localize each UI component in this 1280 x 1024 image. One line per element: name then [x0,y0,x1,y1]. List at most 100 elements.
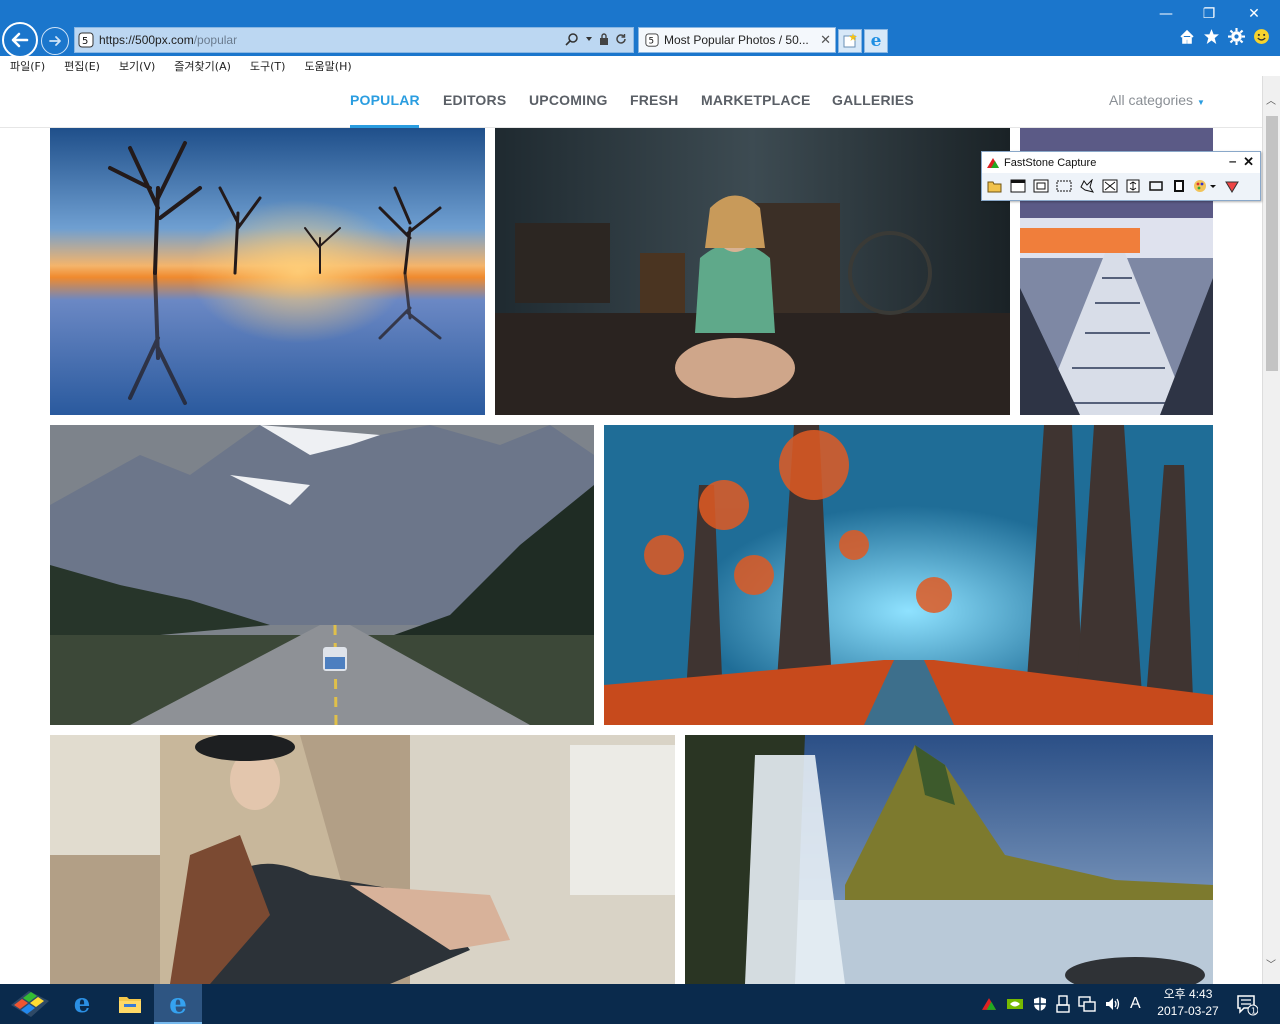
chevron-down-icon: ▼ [1197,98,1205,107]
photo-woman-chair [50,735,675,984]
forward-button[interactable] [41,27,69,55]
photo-autumn-path [604,425,1213,725]
svg-text:5: 5 [649,37,655,47]
photo-tile[interactable] [50,128,485,415]
scroll-up-icon[interactable]: ︿ [1266,92,1276,107]
clock-date: 2017-03-27 [1157,1004,1219,1018]
photo-tile[interactable] [50,425,594,725]
dropdown-icon[interactable] [585,35,593,43]
taskbar-internet-explorer[interactable]: e [154,984,202,1024]
taskbar-clock[interactable]: 오후 4:43 2017-03-27 [1150,986,1226,1020]
photo-waterfall-mountain [685,735,1213,984]
smiley-feedback-icon[interactable] [1253,28,1270,45]
500px-favicon-icon: 5 [78,32,94,48]
faststone-logo-icon [987,157,999,168]
capture-window-icon[interactable] [1008,176,1027,196]
open-folder-icon[interactable] [985,176,1004,196]
page-viewport: POPULAR EDITORS UPCOMING FRESH MARKETPLA… [0,76,1280,984]
new-tab-icon [843,33,857,48]
photo-tile[interactable] [604,425,1213,725]
svg-text:5: 5 [82,36,88,47]
menu-view[interactable]: 보기(V) [109,58,164,74]
menu-bar: 파일(F) 편집(E) 보기(V) 즐겨찾기(A) 도구(T) 도움말(H) [0,56,1280,76]
system-tray: A [980,984,1141,1024]
tab-most-popular[interactable]: 5 Most Popular Photos / 50... ✕ [638,27,836,53]
usb-device-icon[interactable] [1056,995,1070,1013]
notification-icon: 1 [1237,995,1259,1016]
screen-recorder-icon[interactable] [1169,176,1188,196]
faststone-capture-toolbar: FastStone Capture ‒ ✕ [981,151,1261,201]
close-button[interactable]: ✕ [1244,6,1264,22]
folder-icon [119,997,141,1013]
menu-file[interactable]: 파일(F) [0,58,54,74]
capture-freehand-icon[interactable] [1077,176,1096,196]
address-bar[interactable]: 5 https://500px.com/popular [74,27,634,53]
scrollbar-thumb[interactable] [1266,116,1278,371]
photo-mountain-road-van [50,425,594,725]
search-icon[interactable] [565,32,579,46]
windows-logo-icon [11,991,49,1017]
faststone-titlebar[interactable]: FastStone Capture ‒ ✕ [982,152,1260,173]
ie-quick-tab[interactable]: e [864,29,888,53]
shield-icon[interactable] [1032,996,1048,1012]
arrow-right-icon [49,36,61,46]
capture-scrolling-icon[interactable] [1123,176,1142,196]
menu-favorites[interactable]: 즐겨찾기(A) [164,58,240,74]
edge-icon: e [73,989,91,1019]
category-dropdown[interactable]: All categories ▼ [1109,92,1205,108]
photo-tile[interactable] [50,735,675,984]
capture-object-icon[interactable] [1031,176,1050,196]
taskbar-edge[interactable]: e [58,984,106,1024]
clock-time: 오후 4:43 [1163,987,1213,1001]
faststone-minimize-button[interactable]: ‒ [1229,154,1236,168]
new-tab-button[interactable] [838,29,862,53]
nav-galleries[interactable]: GALLERIES [832,92,914,108]
favorites-star-icon[interactable] [1203,28,1220,45]
faststone-tray-icon[interactable] [980,997,998,1011]
menu-help[interactable]: 도움말(H) [294,58,360,74]
ie-logo-icon: e [870,31,882,51]
network-icon[interactable] [1078,996,1096,1012]
minimize-button[interactable]: — [1156,6,1176,22]
faststone-tools [985,176,1241,196]
active-tab-indicator [350,125,419,128]
home-icon[interactable] [1179,29,1195,45]
nav-marketplace[interactable]: MARKETPLACE [701,92,811,108]
photo-dead-trees-lake [50,128,485,415]
ime-indicator[interactable]: A [1130,995,1141,1013]
taskbar-file-explorer[interactable] [106,984,154,1024]
maximize-button[interactable]: ❐ [1199,6,1219,22]
output-palette-icon[interactable] [1192,176,1218,196]
tab-close-icon[interactable]: ✕ [820,32,831,48]
capture-fixed-region-icon[interactable] [1146,176,1165,196]
category-label: All categories [1109,92,1194,108]
arrow-left-icon [11,32,29,48]
site-navigation: POPULAR EDITORS UPCOMING FRESH MARKETPLA… [0,76,1262,128]
menu-tools[interactable]: 도구(T) [240,58,295,74]
menu-edit[interactable]: 편집(E) [54,58,109,74]
photo-tile[interactable] [495,128,1010,415]
start-button[interactable] [4,984,56,1024]
refresh-icon[interactable] [615,33,627,45]
volume-icon[interactable] [1104,996,1122,1012]
photo-tile[interactable] [685,735,1213,984]
nav-fresh[interactable]: FRESH [630,92,678,108]
scroll-down-icon[interactable]: ﹀ [1266,956,1276,971]
back-button[interactable] [2,22,38,58]
action-center-button[interactable]: 1 [1236,994,1259,1020]
nav-editors[interactable]: EDITORS [443,92,506,108]
faststone-title: FastStone Capture [1004,156,1097,169]
url-path: /popular [193,33,238,47]
capture-fullscreen-icon[interactable] [1100,176,1119,196]
nav-popular[interactable]: POPULAR [350,92,420,108]
url-host: https://500px.com [99,33,194,47]
lock-icon[interactable] [599,33,609,45]
faststone-close-button[interactable]: ✕ [1243,154,1254,170]
settings-brush-icon[interactable] [1222,176,1241,196]
nav-upcoming[interactable]: UPCOMING [529,92,608,108]
internet-explorer-icon: e [169,986,187,1020]
gear-icon[interactable] [1228,28,1245,45]
capture-rectangle-icon[interactable] [1054,176,1073,196]
vertical-scrollbar[interactable]: ︿ ﹀ [1262,76,1280,984]
nvidia-icon[interactable] [1006,997,1024,1011]
